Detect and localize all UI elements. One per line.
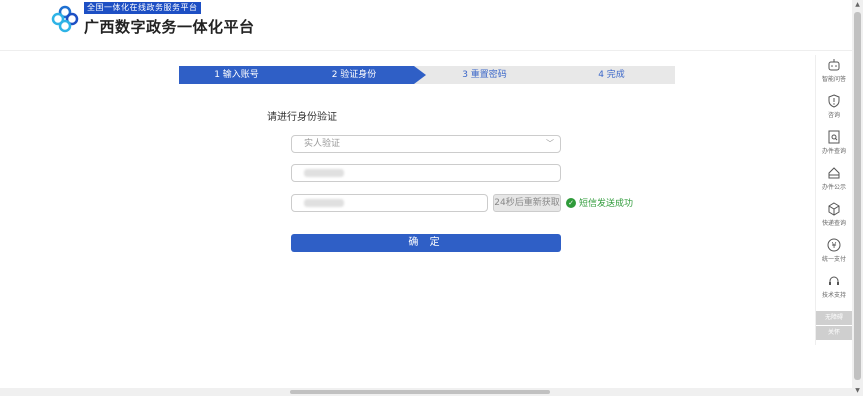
select-value: 实人验证 — [304, 139, 341, 149]
masked-code — [304, 198, 344, 207]
sms-status: ✓ 短信发送成功 — [566, 196, 633, 209]
headset-icon — [829, 276, 839, 285]
toolbar-item-consult[interactable]: 咨询 — [816, 91, 852, 125]
phone-field[interactable] — [291, 164, 561, 182]
masked-phone — [304, 168, 344, 177]
step-1: 1 输入账号 — [179, 66, 294, 84]
site-header: 全国一体化在线政务服务平台 广西数字政务一体化平台 — [0, 0, 852, 51]
brand-subtitle: 全国一体化在线政务服务平台 — [84, 2, 201, 14]
check-circle-icon: ✓ — [566, 197, 576, 208]
horizontal-scrollbar[interactable] — [0, 388, 852, 396]
step-progress: 1 输入账号 2 验证身份 3 重置密码 4 完成 — [179, 66, 675, 84]
logo-icon — [51, 5, 79, 33]
chevron-down-icon: ﹀ — [546, 139, 554, 148]
accessibility-button[interactable]: 无障碍 — [816, 311, 852, 325]
vertical-scrollbar[interactable]: ▲ ▼ — [852, 0, 863, 396]
shield-alert-icon — [828, 94, 840, 108]
yuan-icon: ¥ — [827, 238, 841, 252]
robot-icon — [828, 59, 840, 71]
step-4: 4 完成 — [598, 70, 625, 80]
toolbar-item-case-public[interactable]: 办件公示 — [816, 163, 852, 197]
confirm-button[interactable]: 确 定 — [291, 234, 561, 252]
step-3: 3 重置密码 — [462, 70, 507, 80]
step-2: 2 验证身份 — [294, 66, 414, 84]
verification-method-select[interactable]: 实人验证 ﹀ — [291, 135, 561, 153]
resend-code-button[interactable]: 24秒后重新获取 — [493, 194, 561, 212]
scroll-down-icon[interactable]: ▼ — [852, 386, 863, 396]
document-search-icon — [828, 130, 840, 144]
form-title: 请进行身份验证 — [267, 112, 337, 123]
page-body — [0, 51, 852, 388]
toolbar-item-case-query[interactable]: 办件查询 — [816, 127, 852, 161]
svg-text:¥: ¥ — [831, 241, 836, 250]
home-icon — [828, 167, 840, 179]
package-icon — [828, 202, 840, 216]
hscroll-thumb[interactable] — [290, 390, 550, 394]
sms-code-field[interactable] — [291, 194, 488, 212]
brand-title: 广西数字政务一体化平台 — [84, 18, 255, 36]
scroll-up-icon[interactable]: ▲ — [852, 0, 863, 10]
toolbar-item-support[interactable]: 技术支持 — [816, 271, 852, 305]
scroll-thumb[interactable] — [854, 12, 861, 380]
toolbar-item-payment[interactable]: ¥ 统一支付 — [816, 235, 852, 269]
toolbar-item-express[interactable]: 快递查询 — [816, 199, 852, 233]
sms-status-text: 短信发送成功 — [579, 199, 634, 209]
right-toolbar: 智能问答 咨询 办件查询 办件公示 快递查询 ¥ 统一支付 技术支持 无障碍 关… — [815, 55, 852, 345]
step-arrow — [414, 66, 426, 84]
toolbar-item-ai-qa[interactable]: 智能问答 — [816, 55, 852, 89]
care-mode-button[interactable]: 关怀 — [816, 326, 852, 340]
